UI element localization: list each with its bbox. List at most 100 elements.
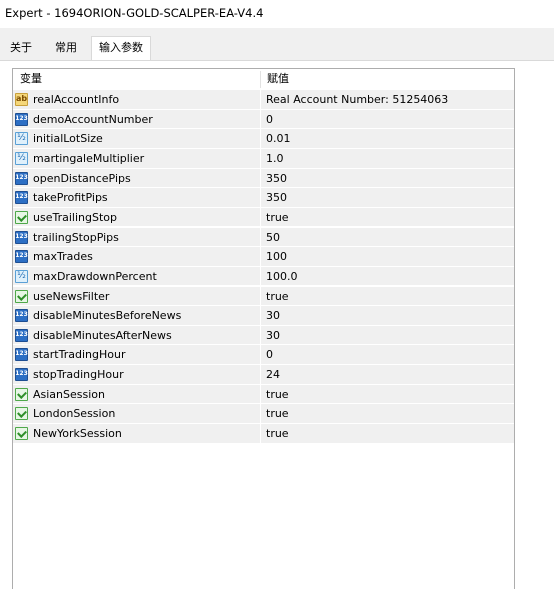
parameter-row[interactable]: maxTrades 100 xyxy=(13,247,514,268)
parameter-value[interactable]: 100.0 xyxy=(266,267,298,286)
cell-divider xyxy=(260,345,261,366)
cell-divider xyxy=(260,227,261,248)
parameter-name: disableMinutesBeforeNews xyxy=(33,309,182,323)
tab-common[interactable]: 常用 xyxy=(44,38,88,60)
bool-type-icon xyxy=(15,427,28,441)
parameter-value[interactable]: true xyxy=(266,404,289,423)
cell-divider xyxy=(260,266,261,287)
tab-bar: 关于 常用 输入参数 xyxy=(0,28,554,61)
parameter-value[interactable]: 1.0 xyxy=(266,149,284,168)
parameter-value[interactable]: 30 xyxy=(266,306,280,325)
parameter-value[interactable]: 100 xyxy=(266,247,287,266)
integer-type-icon xyxy=(15,230,28,244)
cell-divider xyxy=(260,365,261,386)
parameter-name: disableMinutesAfterNews xyxy=(33,328,172,342)
parameter-name-cell: AsianSession xyxy=(15,385,105,404)
parameter-row[interactable]: AsianSession true xyxy=(13,384,514,405)
parameter-name: useNewsFilter xyxy=(33,289,110,303)
parameter-name-cell: maxTrades xyxy=(15,247,93,266)
parameter-name-cell: LondonSession xyxy=(15,404,115,423)
cell-divider xyxy=(260,168,261,189)
tab-content-inputs: 变量 赋值 realAccountInfo Real Account Number… xyxy=(0,60,554,589)
parameters-list[interactable]: 变量 赋值 realAccountInfo Real Account Number… xyxy=(12,68,515,589)
parameter-row[interactable]: stopTradingHour 24 xyxy=(13,365,514,386)
double-type-icon xyxy=(15,269,28,283)
parameter-name-cell: demoAccountNumber xyxy=(15,110,153,129)
parameter-name-cell: useTrailingStop xyxy=(15,208,117,227)
parameter-name-cell: realAccountInfo xyxy=(15,90,119,109)
parameter-name: NewYorkSession xyxy=(33,427,122,441)
list-header: 变量 赋值 xyxy=(13,69,514,90)
parameter-name-cell: initialLotSize xyxy=(15,129,103,148)
parameter-row[interactable]: NewYorkSession true xyxy=(13,424,514,445)
integer-type-icon xyxy=(15,309,28,323)
parameter-value[interactable]: 0 xyxy=(266,345,273,364)
parameter-value[interactable]: true xyxy=(266,208,289,227)
tab-about[interactable]: 关于 xyxy=(3,38,39,60)
integer-type-icon xyxy=(15,171,28,185)
parameter-value[interactable]: 0.01 xyxy=(266,129,291,148)
cell-divider xyxy=(260,325,261,346)
double-type-icon xyxy=(15,132,28,146)
parameter-name-cell: maxDrawdownPercent xyxy=(15,267,157,286)
parameter-value[interactable]: 50 xyxy=(266,228,280,247)
double-type-icon xyxy=(15,151,28,165)
parameter-name-cell: martingaleMultiplier xyxy=(15,149,144,168)
parameter-name-cell: useNewsFilter xyxy=(15,287,109,306)
parameter-name-cell: trailingStopPips xyxy=(15,228,119,247)
parameter-value[interactable]: 30 xyxy=(266,326,280,345)
parameter-name: AsianSession xyxy=(33,387,105,401)
cell-divider xyxy=(260,109,261,130)
parameter-value[interactable]: true xyxy=(266,287,289,306)
parameter-name-cell: takeProfitPips xyxy=(15,188,108,207)
parameter-value[interactable]: 0 xyxy=(266,110,273,129)
parameter-row[interactable]: startTradingHour 0 xyxy=(13,345,514,366)
cell-divider xyxy=(260,90,261,110)
column-header-variable[interactable]: 变量 xyxy=(20,69,42,89)
parameter-row[interactable]: maxDrawdownPercent 100.0 xyxy=(13,266,514,287)
parameter-name-cell: openDistancePips xyxy=(15,169,131,188)
column-header-value[interactable]: 赋值 xyxy=(267,69,289,89)
parameter-value[interactable]: Real Account Number: 51254063 xyxy=(266,90,448,109)
integer-type-icon xyxy=(15,328,28,342)
parameter-row[interactable]: disableMinutesBeforeNews 30 xyxy=(13,306,514,327)
integer-type-icon xyxy=(15,250,28,264)
cell-divider xyxy=(260,129,261,150)
parameter-row[interactable]: useTrailingStop true xyxy=(13,207,514,228)
parameter-name: realAccountInfo xyxy=(33,93,120,106)
string-type-icon xyxy=(15,93,28,106)
parameter-name-cell: startTradingHour xyxy=(15,345,125,364)
parameter-name-cell: stopTradingHour xyxy=(15,365,124,384)
parameter-name: startTradingHour xyxy=(33,348,126,362)
cell-divider xyxy=(260,188,261,209)
parameter-value[interactable]: true xyxy=(266,385,289,404)
cell-divider xyxy=(260,424,261,445)
bool-type-icon xyxy=(15,210,28,224)
parameter-row[interactable]: realAccountInfo Real Account Number: 5125… xyxy=(13,90,514,110)
cell-divider xyxy=(260,306,261,327)
integer-type-icon xyxy=(15,348,28,362)
bool-type-icon xyxy=(15,289,28,303)
parameter-row[interactable]: takeProfitPips 350 xyxy=(13,188,514,209)
column-divider xyxy=(260,71,261,88)
parameter-row[interactable]: initialLotSize 0.01 xyxy=(13,129,514,150)
parameter-row[interactable]: martingaleMultiplier 1.0 xyxy=(13,148,514,169)
cell-divider xyxy=(260,404,261,425)
parameter-row[interactable]: demoAccountNumber 0 xyxy=(13,109,514,130)
parameter-name-cell: disableMinutesBeforeNews xyxy=(15,306,181,325)
cell-divider xyxy=(260,148,261,169)
parameter-value[interactable]: 350 xyxy=(266,169,287,188)
cell-divider xyxy=(260,286,261,307)
parameter-row[interactable]: useNewsFilter true xyxy=(13,286,514,307)
integer-type-icon xyxy=(15,112,28,126)
tab-inputs[interactable]: 输入参数 xyxy=(91,36,151,61)
parameter-row[interactable]: trailingStopPips 50 xyxy=(13,227,514,248)
parameter-value[interactable]: 24 xyxy=(266,365,280,384)
parameter-value[interactable]: true xyxy=(266,424,289,443)
parameter-row[interactable]: disableMinutesAfterNews 30 xyxy=(13,325,514,346)
parameter-name: takeProfitPips xyxy=(33,191,108,205)
parameter-row[interactable]: openDistancePips 350 xyxy=(13,168,514,189)
parameter-row[interactable]: LondonSession true xyxy=(13,404,514,425)
cell-divider xyxy=(260,247,261,268)
parameter-value[interactable]: 350 xyxy=(266,188,287,207)
